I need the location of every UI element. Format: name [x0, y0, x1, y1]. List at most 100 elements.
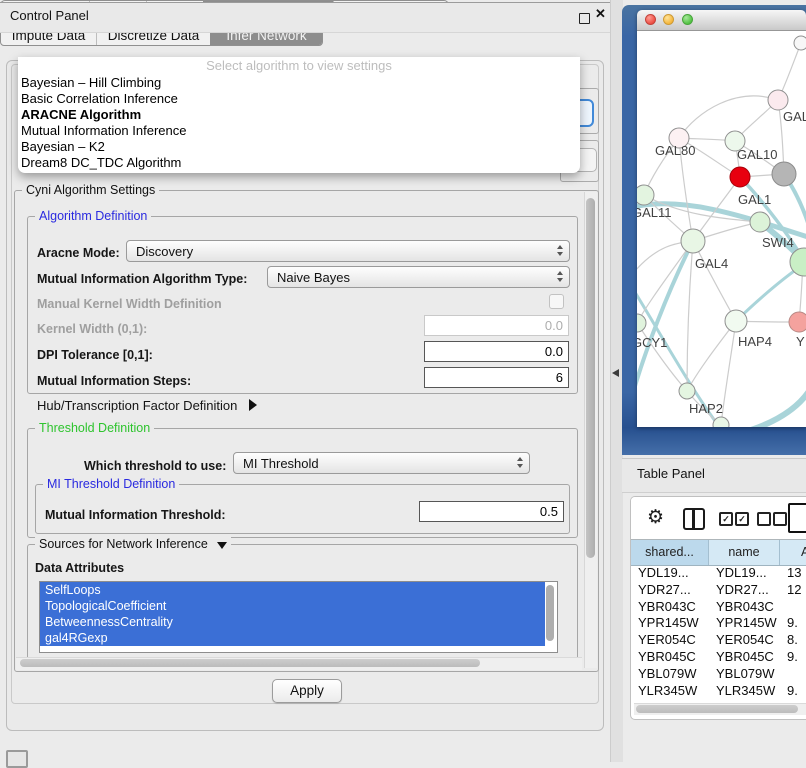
- node-label: HAP2: [689, 401, 723, 416]
- mi-steps-field[interactable]: 6: [424, 367, 569, 388]
- algorithm-option-basic-correlation-inference[interactable]: Basic Correlation Inference: [18, 91, 580, 107]
- which-threshold-select[interactable]: MI Threshold: [233, 452, 530, 474]
- table-row[interactable]: YPR145WYPR145W9.: [631, 615, 806, 632]
- table-row[interactable]: YBR043CYBR043C: [631, 599, 806, 616]
- data-attributes-list[interactable]: SelfLoopsTopologicalCoefficientBetweenne…: [39, 581, 558, 653]
- network-node-hap2[interactable]: [679, 383, 695, 399]
- table-row[interactable]: YDR27...YDR27...12: [631, 582, 806, 599]
- network-edge[interactable]: [687, 241, 693, 391]
- network-edge[interactable]: [637, 241, 693, 393]
- table-row[interactable]: YBL079WYBL079W: [631, 666, 806, 683]
- table-rows: YDL19...YDL19...13YDR27...YDR27...12YBR0…: [631, 565, 806, 702]
- table-cell: 9: [780, 699, 806, 702]
- network-edge[interactable]: [693, 241, 736, 321]
- algorithm-option-bayesian-hill-climbing[interactable]: Bayesian – Hill Climbing: [18, 75, 580, 91]
- checkbox-checked-icon[interactable]: ✓: [735, 512, 749, 526]
- manual-kernel-width-checkbox[interactable]: [549, 294, 564, 309]
- algorithm-option-mutual-information-inference[interactable]: Mutual Information Inference: [18, 123, 580, 139]
- attribute-item-betweennesscentrality[interactable]: BetweennessCentrality: [40, 614, 545, 630]
- settings-vertical-scrollbar-thumb[interactable]: [586, 198, 595, 558]
- table-cell: YDR27...: [709, 582, 780, 599]
- minimized-panel-icon[interactable]: [6, 750, 28, 768]
- kernel-width-field[interactable]: 0.0: [424, 315, 569, 336]
- network-graph: GALGAL80GAL10GAL1GAL11SWI4GAL4GCY1HAP4YH…: [637, 31, 806, 427]
- attribute-item-selfloops[interactable]: SelfLoops: [40, 582, 545, 598]
- network-node-gal11[interactable]: [637, 185, 654, 205]
- algorithm-option-bayesian-k2[interactable]: Bayesian – K2: [18, 139, 580, 155]
- attribute-item-topologicalcoefficient[interactable]: TopologicalCoefficient: [40, 598, 545, 614]
- table-cell: YDL19...: [631, 565, 709, 582]
- settings-horizontal-scrollbar-thumb[interactable]: [20, 659, 480, 667]
- column-header-name[interactable]: name: [709, 540, 780, 565]
- settings-group-title: Cyni Algorithm Settings: [22, 183, 159, 197]
- gear-icon[interactable]: ⚙: [647, 504, 664, 530]
- document-icon[interactable]: [788, 503, 806, 533]
- algorithm-option-aracne-algorithm[interactable]: ARACNE Algorithm: [18, 107, 580, 123]
- attribute-item-gal4rgexp[interactable]: gal4RGexp: [40, 630, 545, 646]
- table-row[interactable]: YBR045CYBR045C9.: [631, 649, 806, 666]
- table-row[interactable]: YLR345WYLR345W9.: [631, 683, 806, 700]
- network-edge[interactable]: [687, 321, 736, 391]
- network-edge[interactable]: [736, 264, 804, 321]
- hub-definition-expander[interactable]: Hub/Transcription Factor Definition: [37, 398, 257, 413]
- attributes-scrollbar-thumb[interactable]: [546, 585, 554, 641]
- table-cell: 8.: [780, 632, 806, 649]
- network-node-swi4[interactable]: [750, 212, 770, 232]
- network-edge[interactable]: [745, 388, 806, 427]
- node-label: GAL4: [695, 256, 728, 271]
- network-node-hap4[interactable]: [725, 310, 747, 332]
- mi-steps-label: Mutual Information Steps:: [37, 374, 191, 388]
- network-canvas[interactable]: GALGAL80GAL10GAL1GAL11SWI4GAL4GCY1HAP4YH…: [637, 31, 806, 427]
- mi-threshold-field[interactable]: 0.5: [419, 501, 564, 522]
- table-row[interactable]: YER054CYER054C8.: [631, 632, 806, 649]
- table-cell: YPR145W: [631, 615, 709, 632]
- mi-algorithm-type-select[interactable]: Naive Bayes: [267, 266, 570, 288]
- mi-threshold-label: Mutual Information Threshold:: [45, 508, 226, 522]
- column-header-a[interactable]: A: [780, 540, 806, 565]
- apply-button[interactable]: Apply: [272, 679, 342, 703]
- table-row[interactable]: YIL052CYIL052C9: [631, 699, 806, 702]
- table-cell: [780, 666, 806, 683]
- network-node[interactable]: [713, 417, 729, 427]
- network-node[interactable]: [772, 162, 796, 186]
- network-window-titlebar[interactable]: [637, 10, 806, 31]
- expand-down-icon[interactable]: [217, 542, 227, 549]
- network-node-gal1[interactable]: [730, 167, 750, 187]
- table-cell: YDR27...: [631, 582, 709, 599]
- checkbox-unchecked-icon[interactable]: [757, 512, 771, 526]
- network-node-gal4[interactable]: [681, 229, 705, 253]
- table-row[interactable]: YDL19...YDL19...13: [631, 565, 806, 582]
- mi-threshold-group-title: MI Threshold Definition: [43, 477, 179, 491]
- network-node-y[interactable]: [789, 312, 806, 332]
- network-edge[interactable]: [721, 321, 736, 425]
- network-edge[interactable]: [679, 96, 778, 138]
- table-header-row: shared...nameA: [631, 539, 806, 566]
- zoom-traffic-light-icon[interactable]: [682, 14, 693, 25]
- sources-group-title[interactable]: Sources for Network Inference: [35, 537, 231, 551]
- control-panel-titlebar: [0, 2, 610, 33]
- table-cell: YBL079W: [709, 666, 780, 683]
- network-node[interactable]: [794, 36, 806, 50]
- checkbox-checked-icon[interactable]: ✓: [719, 512, 733, 526]
- stepper-arrows-icon: [557, 271, 563, 282]
- column-header-shared-[interactable]: shared...: [631, 540, 709, 565]
- node-label: GAL11: [637, 205, 672, 220]
- node-label: SWI4: [762, 235, 794, 250]
- network-node-gcy1[interactable]: [637, 314, 646, 332]
- close-icon[interactable]: ✕: [595, 6, 606, 22]
- split-columns-icon[interactable]: [683, 508, 705, 530]
- control-panel-title: Control Panel: [10, 8, 89, 23]
- float-window-icon[interactable]: [579, 13, 590, 24]
- table-cell: YBR043C: [631, 599, 709, 616]
- expand-right-icon[interactable]: [249, 399, 257, 411]
- table-cell: 9.: [780, 683, 806, 700]
- network-node-gal[interactable]: [768, 90, 788, 110]
- table-horizontal-scrollbar-thumb[interactable]: [636, 705, 798, 713]
- dpi-tolerance-field[interactable]: 0.0: [424, 341, 569, 362]
- checkbox-unchecked-icon[interactable]: [773, 512, 787, 526]
- stepper-arrows-icon: [517, 457, 523, 468]
- close-traffic-light-icon[interactable]: [645, 14, 656, 25]
- minimize-traffic-light-icon[interactable]: [663, 14, 674, 25]
- algorithm-option-dream8-dc-tdc-algorithm[interactable]: Dream8 DC_TDC Algorithm: [18, 155, 580, 171]
- aracne-mode-select[interactable]: Discovery: [126, 240, 570, 262]
